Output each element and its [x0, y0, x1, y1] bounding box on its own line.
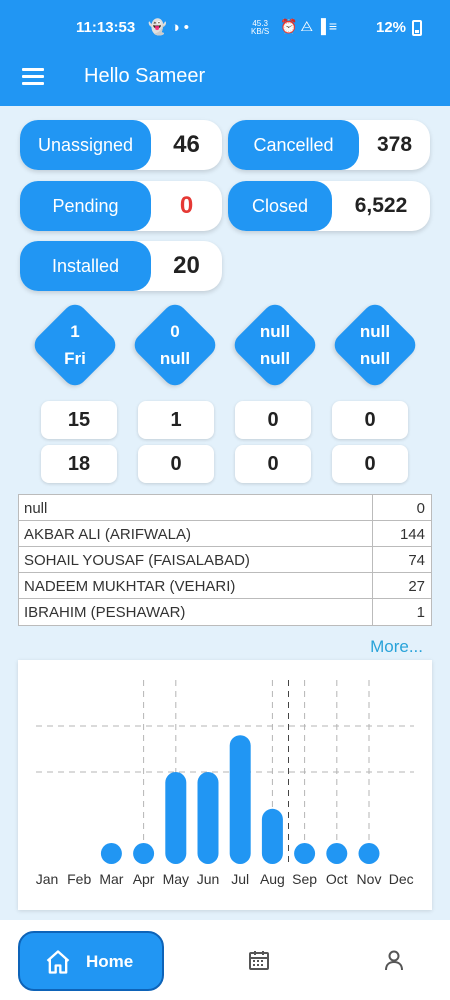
status-bar: 11:13:53 👻◑• 45.3 KB/S ⏰⨺▐≡ 12%	[0, 0, 450, 52]
clock: 11:13:53	[76, 19, 136, 36]
chart-bar-may	[165, 772, 187, 864]
stat-cancelled[interactable]: Cancelled 378	[228, 120, 430, 170]
stat-value: 6,522	[354, 194, 408, 217]
row-name: NADEEM MUKHTAR (VEHARI)	[24, 578, 236, 595]
stat-value: 46	[173, 131, 200, 158]
stat-installed[interactable]: Installed 20	[20, 241, 222, 291]
stat-label: Pending	[20, 181, 151, 231]
row-count: 74	[408, 552, 425, 569]
snapchat-icon: 👻	[148, 19, 171, 36]
hamburger-menu-icon[interactable]	[22, 68, 44, 86]
stat-closed[interactable]: Closed 6,522	[228, 181, 430, 231]
chart-bar-mar	[100, 843, 122, 864]
row-count: 144	[399, 526, 425, 543]
home-icon	[46, 950, 70, 974]
nav-home-label: Home	[86, 952, 134, 971]
x-tick-label: Mar	[99, 871, 123, 887]
x-tick-label: May	[163, 871, 189, 887]
tiktok-icon: ◑	[170, 19, 184, 36]
row-count: 0	[416, 500, 425, 517]
row-name: null	[24, 500, 48, 517]
more-link[interactable]: More...	[370, 637, 423, 657]
x-tick-label: Aug	[260, 871, 285, 887]
chart-bar-sep	[294, 843, 316, 864]
table-row[interactable]: AKBAR ALI (ARIFWALA) 144	[19, 521, 431, 547]
x-tick-label: Apr	[133, 871, 155, 887]
stat-unassigned[interactable]: Unassigned 46	[20, 120, 222, 170]
dot-icon: •	[183, 19, 194, 36]
table-row[interactable]: null 0	[19, 495, 431, 521]
table-row[interactable]: NADEEM MUKHTAR (VEHARI) 27	[19, 573, 431, 599]
bottom-nav: Home	[0, 920, 450, 1000]
chart-bar-jun	[197, 772, 219, 864]
network-speed: 45.3 KB/S	[251, 19, 270, 36]
diamond-text-4: null null	[359, 322, 391, 368]
vowifi-icon: ≡	[328, 18, 341, 34]
chart-bar-oct	[326, 843, 348, 864]
count-box: 0	[138, 445, 214, 483]
row-name: SOHAIL YOUSAF (FAISALABAD)	[24, 552, 250, 569]
stat-value: 20	[173, 252, 200, 279]
stat-value: 378	[376, 133, 413, 156]
chart-bar-apr	[133, 843, 155, 864]
table-row[interactable]: IBRAHIM (PESHAWAR) 1	[19, 599, 431, 625]
stat-label: Installed	[20, 241, 151, 291]
count-box: 15	[41, 401, 117, 439]
calendar-icon[interactable]	[247, 948, 271, 972]
x-tick-label: Nov	[357, 871, 382, 887]
chart-bar-aug	[261, 808, 283, 864]
count-box: 18	[41, 445, 117, 483]
diamond-text-3: null null	[259, 322, 291, 368]
dashboard-content: Unassigned 46 Cancelled 378 Pending 0 Cl…	[0, 106, 450, 920]
diamond-text-1: 1 Fri	[64, 322, 86, 368]
count-box: 0	[332, 401, 408, 439]
count-box: 0	[235, 445, 311, 483]
x-tick-label: Feb	[67, 871, 91, 887]
installer-table: null 0 AKBAR ALI (ARIFWALA) 144 SOHAIL Y…	[18, 494, 432, 626]
system-icons: ⏰⨺▐≡	[280, 18, 340, 35]
battery-percent: 12%	[376, 19, 407, 36]
nav-home-button[interactable]: Home	[18, 931, 164, 991]
monthly-bar-chart: Jan Feb Mar Apr May Jun Jul Aug Sep Oct Nov Dec	[36, 680, 414, 887]
wifi-icon: ⨺	[300, 18, 316, 34]
page-title: Hello Sameer	[84, 65, 206, 87]
count-box: 0	[332, 445, 408, 483]
x-tick-label: Dec	[389, 871, 414, 887]
diamond-text-2: 0 null	[159, 322, 191, 368]
row-name: IBRAHIM (PESHAWAR)	[24, 604, 186, 621]
battery-icon	[412, 20, 422, 36]
notification-icons: 👻◑•	[148, 18, 193, 36]
profile-icon[interactable]	[382, 948, 406, 972]
x-tick-label: Jan	[36, 871, 59, 887]
stat-label: Closed	[228, 181, 332, 231]
chart-bar-jul	[229, 735, 251, 864]
row-count: 27	[408, 578, 425, 595]
stat-label: Unassigned	[20, 120, 151, 170]
x-tick-label: Jul	[231, 871, 249, 887]
stat-pending[interactable]: Pending 0	[20, 181, 222, 231]
x-tick-label: Sep	[292, 871, 317, 887]
signal-icon: ▐	[315, 18, 329, 34]
x-tick-label: Oct	[326, 871, 348, 887]
row-count: 1	[416, 604, 425, 621]
count-box: 0	[235, 401, 311, 439]
row-name: AKBAR ALI (ARIFWALA)	[24, 526, 191, 543]
count-box: 1	[138, 401, 214, 439]
app-bar: Hello Sameer	[0, 52, 450, 106]
alarm-icon: ⏰	[280, 18, 301, 34]
stat-label: Cancelled	[228, 120, 359, 170]
stat-value: 0	[179, 192, 194, 219]
chart-bar-nov	[358, 843, 380, 864]
monthly-chart-card: Jan Feb Mar Apr May Jun Jul Aug Sep Oct Nov Dec	[18, 660, 432, 910]
x-tick-label: Jun	[197, 871, 220, 887]
table-row[interactable]: SOHAIL YOUSAF (FAISALABAD) 74	[19, 547, 431, 573]
